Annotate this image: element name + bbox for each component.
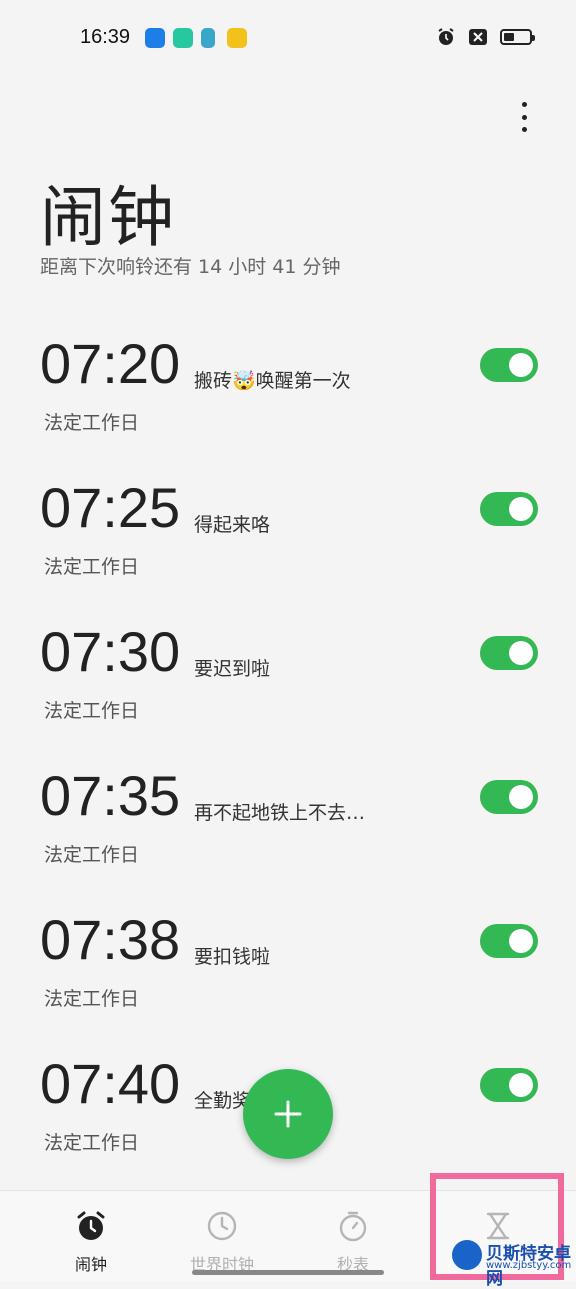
page-title: 闹钟 — [40, 179, 176, 256]
alarm-toggle[interactable] — [480, 1068, 538, 1102]
dot-icon — [521, 114, 527, 120]
dot-icon — [521, 127, 527, 132]
alarm-item[interactable]: 07:35 再不起地铁上不去… 法定工作日 — [0, 764, 576, 908]
watermark: 贝斯特安卓网 www.zjbstyy.com — [448, 1236, 576, 1289]
diamond-icon — [227, 28, 247, 48]
alarm-time: 07:40 — [40, 1052, 181, 1115]
alarm-toggle[interactable] — [480, 780, 538, 814]
alarm-repeat: 法定工作日 — [44, 844, 140, 866]
qq-icon — [145, 28, 165, 48]
alarm-label: 要扣钱啦 — [194, 946, 271, 968]
alarm-item[interactable]: 07:20 搬砖🤯唤醒第一次 法定工作日 — [0, 332, 576, 476]
battery-level — [504, 33, 514, 41]
alarm-item[interactable]: 07:25 得起来咯 法定工作日 — [0, 476, 576, 620]
toggle-knob — [509, 497, 533, 521]
alarm-toggle[interactable] — [480, 348, 538, 382]
alarm-time: 07:25 — [40, 476, 181, 539]
alarm-repeat: 法定工作日 — [44, 700, 140, 722]
toggle-knob — [509, 1073, 533, 1097]
tab-label: 闹钟 — [74, 1255, 107, 1274]
status-right — [436, 27, 535, 47]
alarm-label: 再不起地铁上不去… — [194, 802, 366, 824]
toggle-knob — [509, 785, 533, 809]
more-options-button[interactable] — [516, 102, 532, 132]
clock-icon — [207, 1211, 237, 1241]
plus-icon — [274, 1100, 302, 1128]
alarm-item[interactable]: 07:38 要扣钱啦 法定工作日 — [0, 908, 576, 1052]
toggle-knob — [509, 929, 533, 953]
alarm-label: 要迟到啦 — [194, 658, 271, 680]
toggle-knob — [509, 353, 533, 377]
stopwatch-icon — [339, 1211, 367, 1242]
next-alarm-countdown: 距离下次响铃还有 14 小时 41 分钟 — [40, 256, 341, 278]
status-time: 16:39 — [80, 26, 131, 48]
alarm-repeat: 法定工作日 — [44, 556, 140, 578]
dot-icon — [521, 102, 527, 107]
map-icon — [201, 28, 215, 48]
alarm-repeat: 法定工作日 — [44, 988, 140, 1010]
watermark-logo-icon — [452, 1240, 482, 1270]
alarm-toggle[interactable] — [480, 492, 538, 526]
status-bar: 16:39 — [0, 0, 576, 76]
alarm-toggle[interactable] — [480, 636, 538, 670]
alarm-time: 07:35 — [40, 764, 181, 827]
battery-icon — [500, 29, 535, 45]
app-icon — [173, 28, 193, 48]
alarm-label: 得起来咯 — [194, 514, 271, 536]
alarm-repeat: 法定工作日 — [44, 412, 140, 434]
sim-off-icon — [469, 29, 487, 45]
home-indicator[interactable] — [192, 1270, 384, 1275]
alarm-clock-icon — [77, 1211, 105, 1240]
alarm-repeat: 法定工作日 — [44, 1132, 140, 1154]
toggle-knob — [509, 641, 533, 665]
tab-alarm[interactable]: 闹钟 — [31, 1209, 151, 1275]
alarm-time: 07:30 — [40, 620, 181, 683]
alarm-toggle[interactable] — [480, 924, 538, 958]
alarm-icon — [438, 28, 454, 45]
tab-stopwatch[interactable]: 秒表 — [293, 1209, 413, 1275]
alarm-time: 07:20 — [40, 332, 181, 395]
watermark-url: www.zjbstyy.com — [486, 1260, 572, 1271]
tab-world-clock[interactable]: 世界时钟 — [162, 1209, 282, 1275]
add-alarm-button[interactable] — [243, 1069, 333, 1159]
alarm-item[interactable]: 07:30 要迟到啦 法定工作日 — [0, 620, 576, 764]
alarm-time: 07:38 — [40, 908, 181, 971]
alarm-label: 搬砖🤯唤醒第一次 — [194, 370, 351, 392]
